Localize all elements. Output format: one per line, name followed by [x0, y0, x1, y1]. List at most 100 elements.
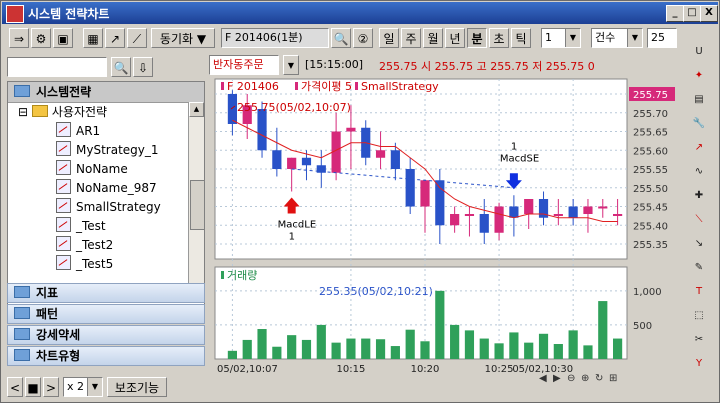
price-chart[interactable]: 255.35 255.40 255.45 255.50 255.55 255.60 255.…	[209, 55, 681, 400]
category-item[interactable]: 강세약세	[7, 325, 205, 345]
candle-body	[583, 206, 593, 214]
aux-button[interactable]: 보조기능	[107, 377, 167, 397]
chart-icon	[56, 217, 71, 232]
volume-bar	[346, 338, 356, 359]
x-tick-label: 10:15	[337, 364, 366, 375]
category-label: 지표	[36, 286, 59, 300]
search-icon[interactable]: 🔍	[331, 28, 351, 48]
next-icon[interactable]: >	[43, 377, 59, 397]
grid-icon[interactable]: ▦	[83, 28, 103, 48]
chart-title-part: SmallStrategy	[361, 80, 439, 93]
volume-bar	[479, 338, 489, 359]
tree-item-label: _Test	[76, 219, 106, 233]
line-chart-icon[interactable]: ⟋	[127, 28, 147, 48]
period-button-6[interactable]: 틱	[511, 28, 531, 48]
line-icon[interactable]: ⟍	[687, 211, 711, 229]
period-button-4[interactable]: 분	[467, 28, 487, 48]
sync-button[interactable]: 동기화 ▼	[151, 28, 215, 48]
text-icon[interactable]: T	[687, 283, 711, 301]
folder-open-icon	[31, 105, 48, 117]
symbol-field[interactable]: F 201406(1분)	[221, 28, 329, 48]
volume-bar	[450, 324, 460, 359]
title-bar[interactable]: 시스템 전략차트 _ □ X	[2, 2, 718, 24]
category-item[interactable]: 차트유형	[7, 346, 205, 366]
cut-icon[interactable]: ✂	[687, 331, 711, 349]
tree-item[interactable]: _Test	[56, 217, 106, 234]
search-input[interactable]	[7, 57, 107, 77]
box-icon[interactable]: ⬚	[687, 307, 711, 325]
candle-body	[257, 109, 267, 151]
u-icon[interactable]: U	[687, 43, 711, 61]
candle-body	[613, 214, 623, 216]
tree-item[interactable]: _Test5	[56, 255, 113, 272]
number-icon[interactable]: ②	[353, 28, 373, 48]
chart-title-part: F 201406	[227, 80, 279, 93]
zoom-select[interactable]: x 2 ▼	[63, 377, 103, 397]
count-select[interactable]: 건수 ▼	[591, 28, 643, 48]
interval-select[interactable]: 1 ▼	[541, 28, 581, 48]
folder-icon	[14, 85, 30, 97]
minimize-button[interactable]: _	[666, 5, 684, 22]
candle-body	[509, 206, 519, 218]
tree-item[interactable]: _Test2	[56, 236, 113, 253]
chart-nav-icon[interactable]: ↻	[595, 373, 603, 384]
bar-icon[interactable]: ▤	[687, 91, 711, 109]
period-button-0[interactable]: 일	[379, 28, 399, 48]
candle-body	[553, 214, 563, 216]
tree-item[interactable]: SmallStrategy	[56, 198, 161, 215]
chart-nav-icon[interactable]: ◀	[539, 373, 547, 384]
volume-bar	[375, 339, 386, 359]
chart-nav-icon[interactable]: ⊞	[609, 373, 617, 384]
filter-icon[interactable]: ⇩	[133, 57, 153, 77]
period-button-3[interactable]: 년	[445, 28, 465, 48]
y-icon[interactable]: Y	[687, 355, 711, 373]
tree-item[interactable]: MyStrategy_1	[56, 141, 159, 158]
candle-body	[405, 169, 415, 207]
category-item[interactable]: 지표	[7, 283, 205, 303]
tree-item-label: NoName	[76, 162, 128, 176]
pen-icon[interactable]: ✎	[687, 259, 711, 277]
tree-item[interactable]: NoName_987	[56, 179, 157, 196]
star-icon[interactable]: ✦	[687, 67, 711, 85]
chart-icon	[56, 141, 71, 156]
candle-body	[568, 206, 578, 218]
stop-icon[interactable]: ■	[25, 377, 41, 397]
search-icon[interactable]: 🔍	[111, 57, 131, 77]
chart-icon[interactable]: ↗	[105, 28, 125, 48]
count-input[interactable]: 25	[647, 28, 677, 48]
period-button-5[interactable]: 초	[489, 28, 509, 48]
wrench-icon[interactable]: 🔧	[687, 115, 711, 133]
y-tick-label: 255.55	[633, 165, 668, 176]
tree-folder-user[interactable]: ⊟ 사용자전략	[18, 104, 107, 120]
trend-icon[interactable]: ↘	[687, 235, 711, 253]
wave-icon[interactable]: ∿	[687, 163, 711, 181]
tree-item[interactable]: NoName	[56, 160, 128, 177]
chart-nav-icon[interactable]: ⊖	[567, 373, 575, 384]
tree-vertical-scrollbar[interactable]: ▲ ▼	[188, 102, 204, 302]
export-icon[interactable]: ⇒	[9, 28, 29, 48]
volume-bar	[509, 332, 519, 359]
cross-icon[interactable]: ✚	[687, 187, 711, 205]
y-tick-label: 255.40	[633, 221, 668, 232]
chart-nav-icon[interactable]: ▶	[553, 373, 561, 384]
tree-item[interactable]: AR1	[56, 122, 100, 139]
save-icon[interactable]: ▣	[53, 28, 73, 48]
chevron-down-icon[interactable]: ▼	[87, 378, 102, 396]
high-annotation: 255.75(05/02,10:07)	[237, 101, 351, 114]
prev-icon[interactable]: <	[7, 377, 23, 397]
maximize-button[interactable]: □	[683, 5, 701, 22]
chevron-down-icon[interactable]: ▼	[627, 29, 642, 47]
scroll-thumb[interactable]	[190, 180, 204, 230]
period-button-1[interactable]: 주	[401, 28, 421, 48]
period-button-2[interactable]: 월	[423, 28, 443, 48]
category-item[interactable]: 패턴	[7, 304, 205, 324]
candle-body	[272, 150, 282, 169]
arrow-icon[interactable]: ↗	[687, 139, 711, 157]
scroll-up-icon[interactable]: ▲	[189, 102, 204, 117]
chart-nav-icon[interactable]: ⊕	[581, 373, 589, 384]
tree-header[interactable]: 시스템전략	[8, 82, 204, 103]
gear-icon[interactable]: ⚙	[31, 28, 51, 48]
close-button[interactable]: X	[700, 5, 718, 22]
chevron-down-icon[interactable]: ▼	[565, 29, 580, 47]
tree-item-label: SmallStrategy	[76, 200, 161, 214]
